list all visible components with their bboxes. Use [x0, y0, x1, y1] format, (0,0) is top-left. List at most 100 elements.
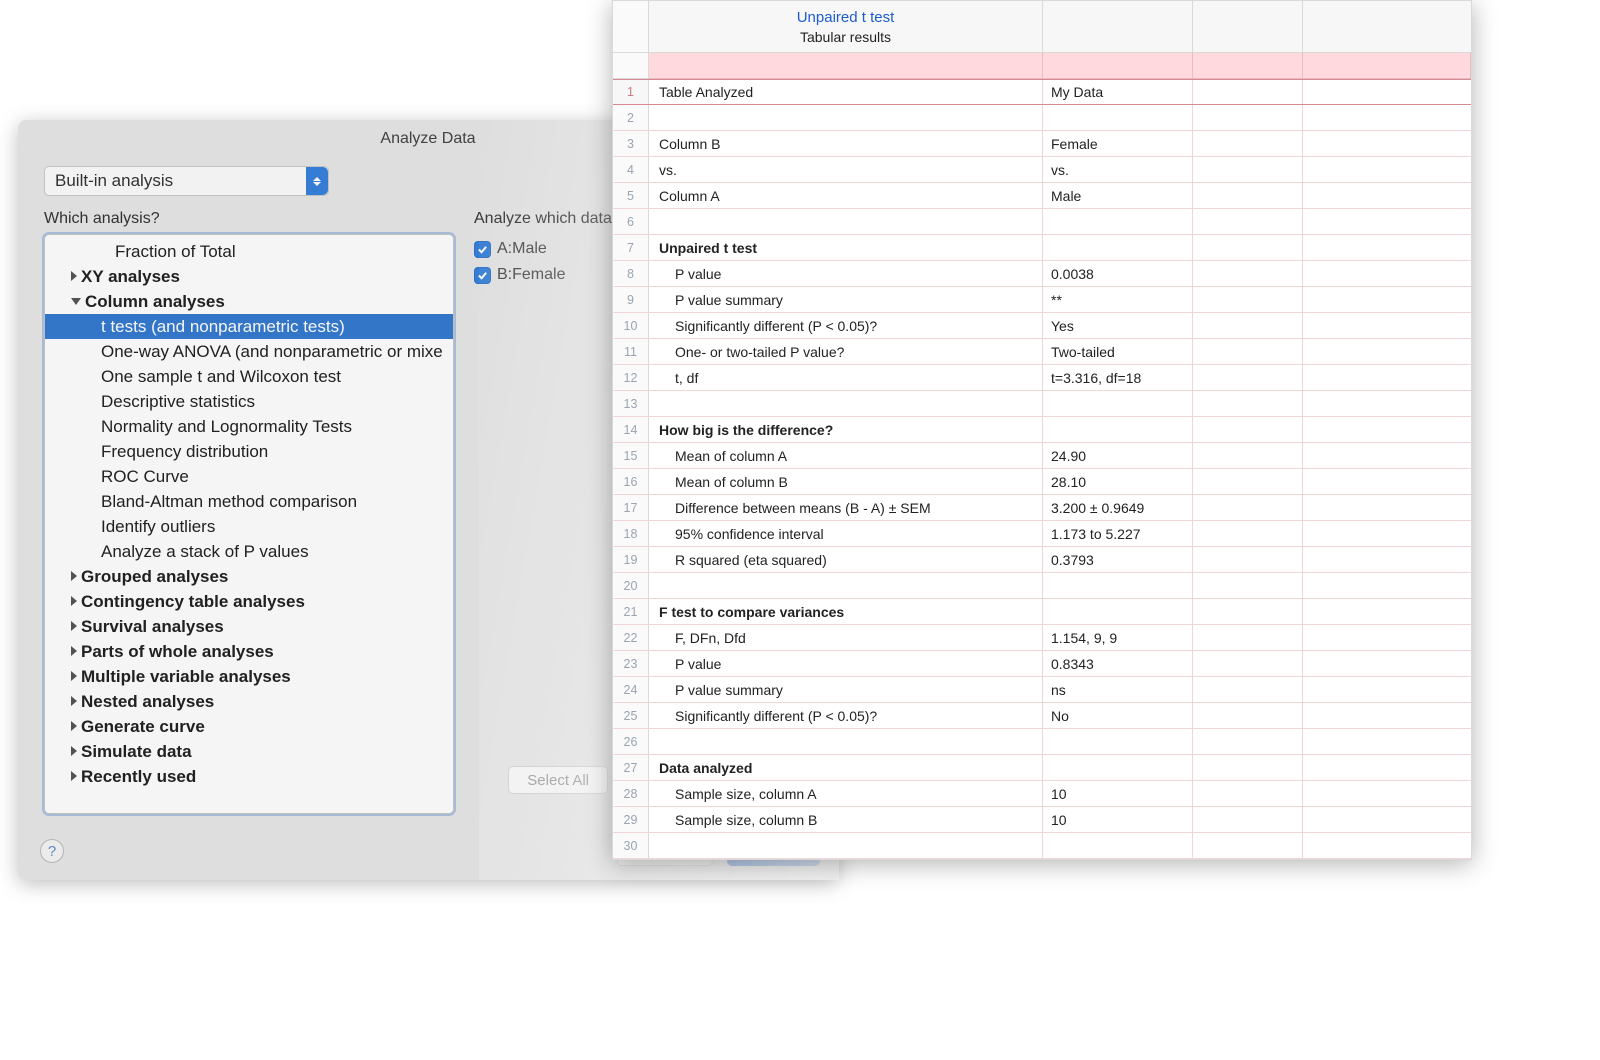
- table-row[interactable]: 28Sample size, column A10: [613, 781, 1471, 807]
- row-spare-1: [1193, 625, 1303, 650]
- row-number: 6: [613, 209, 649, 234]
- row-spare-2: [1303, 833, 1471, 858]
- row-number: 30: [613, 833, 649, 858]
- row-spare-2: [1303, 521, 1471, 546]
- row-value: [1043, 105, 1193, 130]
- table-row[interactable]: 11One- or two-tailed P value?Two-tailed: [613, 339, 1471, 365]
- row-spare-2: [1303, 677, 1471, 702]
- row-value: [1043, 573, 1193, 598]
- row-label: [649, 209, 1043, 234]
- table-row[interactable]: 14How big is the difference?: [613, 417, 1471, 443]
- table-row[interactable]: 27Data analyzed: [613, 755, 1471, 781]
- analysis-tree[interactable]: Fraction of Total XY analyses Column ana…: [44, 234, 454, 814]
- table-row[interactable]: 1Table AnalyzedMy Data: [613, 79, 1471, 105]
- row-number: 24: [613, 677, 649, 702]
- tree-item-simulate-data[interactable]: Simulate data: [45, 739, 453, 764]
- row-value: 28.10: [1043, 469, 1193, 494]
- results-title-link[interactable]: Unpaired t test: [797, 9, 895, 26]
- row-number: 15: [613, 443, 649, 468]
- table-row[interactable]: 8P value0.0038: [613, 261, 1471, 287]
- table-row[interactable]: 26: [613, 729, 1471, 755]
- row-value: 3.200 ± 0.9649: [1043, 495, 1193, 520]
- tree-item-parts-of-whole[interactable]: Parts of whole analyses: [45, 639, 453, 664]
- tree-item-normality[interactable]: Normality and Lognormality Tests: [45, 414, 453, 439]
- row-number: 16: [613, 469, 649, 494]
- tree-item-t-tests[interactable]: t tests (and nonparametric tests): [45, 314, 453, 339]
- row-spare-1: [1193, 599, 1303, 624]
- table-row[interactable]: 22F, DFn, Dfd1.154, 9, 9: [613, 625, 1471, 651]
- tree-item-roc-curve[interactable]: ROC Curve: [45, 464, 453, 489]
- row-spare-2: [1303, 157, 1471, 182]
- tree-item-fraction-of-total[interactable]: Fraction of Total: [45, 239, 453, 264]
- checkmark-icon: [474, 241, 491, 258]
- select-all-button[interactable]: Select All: [508, 766, 608, 794]
- row-value: 10: [1043, 807, 1193, 832]
- row-number: 18: [613, 521, 649, 546]
- tree-item-one-way-anova[interactable]: One-way ANOVA (and nonparametric or mixe: [45, 339, 453, 364]
- tree-item-grouped-analyses[interactable]: Grouped analyses: [45, 564, 453, 589]
- tree-item-contingency-analyses[interactable]: Contingency table analyses: [45, 589, 453, 614]
- tree-item-multiple-variable[interactable]: Multiple variable analyses: [45, 664, 453, 689]
- table-row[interactable]: 13: [613, 391, 1471, 417]
- tree-item-descriptive-stats[interactable]: Descriptive statistics: [45, 389, 453, 414]
- tree-item-survival-analyses[interactable]: Survival analyses: [45, 614, 453, 639]
- results-grid: 1Table AnalyzedMy Data23Column BFemale4v…: [613, 79, 1471, 859]
- row-value: [1043, 729, 1193, 754]
- row-number: 20: [613, 573, 649, 598]
- results-subtitle: Tabular results: [800, 29, 891, 45]
- table-row[interactable]: 10Significantly different (P < 0.05)?Yes: [613, 313, 1471, 339]
- row-label: Unpaired t test: [649, 235, 1043, 260]
- table-row[interactable]: 15Mean of column A24.90: [613, 443, 1471, 469]
- table-row[interactable]: 29Sample size, column B10: [613, 807, 1471, 833]
- help-button[interactable]: ?: [40, 839, 64, 863]
- table-row[interactable]: 2: [613, 105, 1471, 131]
- tree-item-frequency-dist[interactable]: Frequency distribution: [45, 439, 453, 464]
- row-number: 17: [613, 495, 649, 520]
- row-label: Difference between means (B - A) ± SEM: [649, 495, 1043, 520]
- tree-item-one-sample-t[interactable]: One sample t and Wilcoxon test: [45, 364, 453, 389]
- table-row[interactable]: 4vs.vs.: [613, 157, 1471, 183]
- table-row[interactable]: 16Mean of column B28.10: [613, 469, 1471, 495]
- row-value: vs.: [1043, 157, 1193, 182]
- row-spare-2: [1303, 599, 1471, 624]
- table-row[interactable]: 7Unpaired t test: [613, 235, 1471, 261]
- row-spare-2: [1303, 261, 1471, 286]
- table-row[interactable]: 21F test to compare variances: [613, 599, 1471, 625]
- tree-item-identify-outliers[interactable]: Identify outliers: [45, 514, 453, 539]
- table-row[interactable]: 1895% confidence interval1.173 to 5.227: [613, 521, 1471, 547]
- table-row[interactable]: 24P value summaryns: [613, 677, 1471, 703]
- tree-item-xy-analyses[interactable]: XY analyses: [45, 264, 453, 289]
- tree-item-nested-analyses[interactable]: Nested analyses: [45, 689, 453, 714]
- row-spare-2: [1303, 287, 1471, 312]
- table-row[interactable]: 12t, dft=3.316, df=18: [613, 365, 1471, 391]
- header-spare-col-2: [1303, 1, 1471, 52]
- row-spare-2: [1303, 105, 1471, 130]
- table-row[interactable]: 19R squared (eta squared)0.3793: [613, 547, 1471, 573]
- header-gutter: [613, 1, 649, 52]
- row-value: [1043, 833, 1193, 858]
- table-row[interactable]: 25Significantly different (P < 0.05)?No: [613, 703, 1471, 729]
- table-row[interactable]: 20: [613, 573, 1471, 599]
- tree-item-column-analyses[interactable]: Column analyses: [45, 289, 453, 314]
- table-row[interactable]: 17Difference between means (B - A) ± SEM…: [613, 495, 1471, 521]
- table-row[interactable]: 23P value0.8343: [613, 651, 1471, 677]
- tree-item-analyze-stack[interactable]: Analyze a stack of P values: [45, 539, 453, 564]
- tree-item-recently-used[interactable]: Recently used: [45, 764, 453, 789]
- row-value: ns: [1043, 677, 1193, 702]
- tree-item-label: Recently used: [81, 767, 196, 786]
- row-spare-1: [1193, 391, 1303, 416]
- table-row[interactable]: 6: [613, 209, 1471, 235]
- row-value: 10: [1043, 781, 1193, 806]
- row-label: Data analyzed: [649, 755, 1043, 780]
- row-spare-2: [1303, 235, 1471, 260]
- analysis-type-dropdown[interactable]: Built-in analysis: [44, 166, 329, 196]
- row-spare-2: [1303, 183, 1471, 208]
- table-row[interactable]: 30: [613, 833, 1471, 859]
- row-number: 10: [613, 313, 649, 338]
- table-row[interactable]: 3Column BFemale: [613, 131, 1471, 157]
- tree-item-generate-curve[interactable]: Generate curve: [45, 714, 453, 739]
- table-row[interactable]: 5Column AMale: [613, 183, 1471, 209]
- row-spare-1: [1193, 80, 1303, 104]
- tree-item-bland-altman[interactable]: Bland-Altman method comparison: [45, 489, 453, 514]
- table-row[interactable]: 9P value summary**: [613, 287, 1471, 313]
